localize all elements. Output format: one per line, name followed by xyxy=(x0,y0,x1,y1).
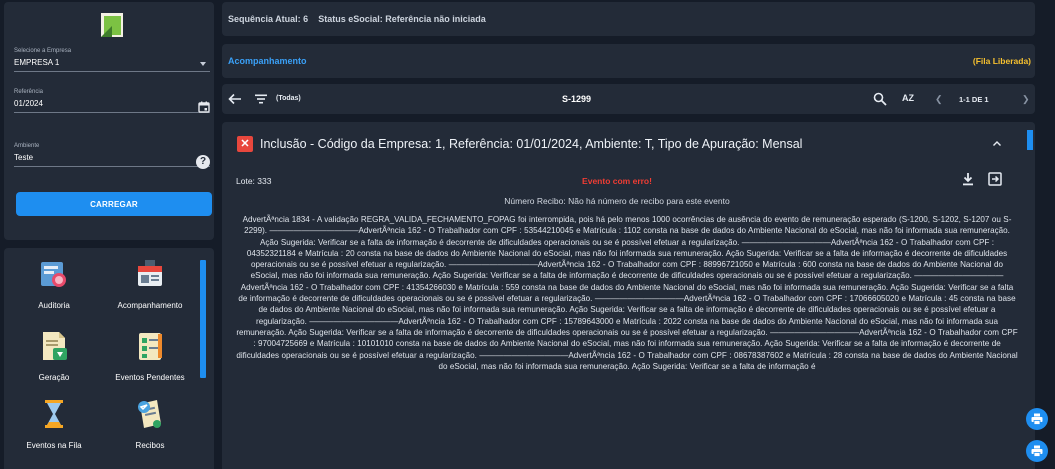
receipt-icon xyxy=(138,400,161,428)
status-text: Sequência Atual: 6 Status eSocial: Refer… xyxy=(228,14,486,24)
export-icon[interactable] xyxy=(988,172,1002,186)
module-menu: Auditoria Acompanhamento Geração Eventos… xyxy=(4,248,214,469)
empresa-value[interactable]: EMPRESA 1 xyxy=(14,58,210,67)
status-header: Sequência Atual: 6 Status eSocial: Refer… xyxy=(222,2,1035,36)
menu-label-acompanhamento: Acompanhamento xyxy=(117,301,183,310)
chevron-up-icon[interactable] xyxy=(993,141,1001,146)
referencia-field[interactable]: Referência 01/2024 xyxy=(14,89,210,113)
menu-label-eventos-pendentes: Eventos Pendentes xyxy=(115,373,185,382)
print-all-button[interactable] xyxy=(1026,440,1048,462)
print-icon xyxy=(1031,445,1043,457)
menu-label-geracao: Geração xyxy=(38,373,70,382)
menu-item-auditoria[interactable]: Auditoria xyxy=(6,258,102,310)
document-download-icon xyxy=(43,332,67,360)
event-toolbar: (Todas) S-1299 AZ ❮ 1-1 DE 1 ❯ xyxy=(222,84,1035,114)
event-status: Evento com erro! xyxy=(582,176,652,186)
hourglass-icon xyxy=(45,400,63,428)
calendar-icon[interactable] xyxy=(198,101,210,113)
menu-item-acompanhamento[interactable]: Acompanhamento xyxy=(102,258,198,310)
carregar-button[interactable]: CARREGAR xyxy=(16,192,212,216)
sequencia-atual: Sequência Atual: 6 xyxy=(228,14,309,24)
empresa-label: Selecione a Empresa xyxy=(14,48,72,54)
ambiente-value[interactable]: Teste xyxy=(14,153,210,162)
event-message: AdvertÃªncia 1834 - A validação REGRA_VA… xyxy=(236,215,1018,371)
sort-az-button[interactable]: AZ xyxy=(902,93,914,103)
chevron-left-icon[interactable]: ❮ xyxy=(935,94,943,105)
event-panel: ✕ Inclusão - Código da Empresa: 1, Refer… xyxy=(222,122,1035,469)
referencia-label: Referência xyxy=(14,89,44,95)
chevron-right-icon[interactable]: ❯ xyxy=(1022,94,1030,105)
arrow-left-icon[interactable] xyxy=(228,93,242,105)
checklist-icon xyxy=(139,333,162,360)
menu-item-eventos-na-fila[interactable]: Eventos na Fila xyxy=(6,398,102,450)
ambiente-field[interactable]: Ambiente Teste ? xyxy=(14,143,210,169)
referencia-value[interactable]: 01/2024 xyxy=(14,99,210,108)
menu-scrollbar[interactable] xyxy=(200,260,206,378)
scroll-thumb[interactable] xyxy=(1027,130,1033,150)
empresa-select[interactable]: Selecione a Empresa EMPRESA 1 xyxy=(14,48,210,72)
print-button[interactable] xyxy=(1026,408,1048,430)
acompanhamento-title: Acompanhamento xyxy=(228,56,307,66)
filter-card: Selecione a Empresa EMPRESA 1 Referência… xyxy=(4,2,214,240)
menu-label-eventos-na-fila: Eventos na Fila xyxy=(26,441,82,450)
help-icon[interactable]: ? xyxy=(196,155,210,169)
menu-label-auditoria: Auditoria xyxy=(38,301,70,310)
lote-label: Lote: 333 xyxy=(236,176,272,186)
print-icon xyxy=(1031,413,1043,425)
download-icon[interactable] xyxy=(962,172,974,186)
filter-label[interactable]: (Todas) xyxy=(276,95,301,102)
news-icon xyxy=(138,260,162,286)
chevron-down-icon[interactable] xyxy=(200,62,206,66)
menu-item-eventos-pendentes[interactable]: Eventos Pendentes xyxy=(102,330,198,382)
app-logo-icon xyxy=(101,13,123,37)
status-esocial: Status eSocial: Referência não iniciada xyxy=(318,14,486,24)
search-icon[interactable] xyxy=(873,92,887,106)
pagination-label: 1-1 DE 1 xyxy=(959,95,989,104)
recibo-label: Número Recibo: Não há número de recibo p… xyxy=(504,196,730,206)
fila-status-badge: (Fila Liberada) xyxy=(972,56,1031,66)
menu-item-geracao[interactable]: Geração xyxy=(6,330,102,382)
event-title[interactable]: Inclusão - Código da Empresa: 1, Referên… xyxy=(260,137,802,151)
event-code: S-1299 xyxy=(562,94,592,104)
menu-item-recibos[interactable]: Recibos xyxy=(102,398,198,450)
error-icon: ✕ xyxy=(237,136,253,152)
menu-label-recibos: Recibos xyxy=(135,441,165,450)
audit-icon xyxy=(41,262,66,287)
filter-icon[interactable] xyxy=(254,93,268,105)
acompanhamento-header: Acompanhamento (Fila Liberada) xyxy=(222,44,1035,78)
ambiente-label: Ambiente xyxy=(14,143,40,149)
